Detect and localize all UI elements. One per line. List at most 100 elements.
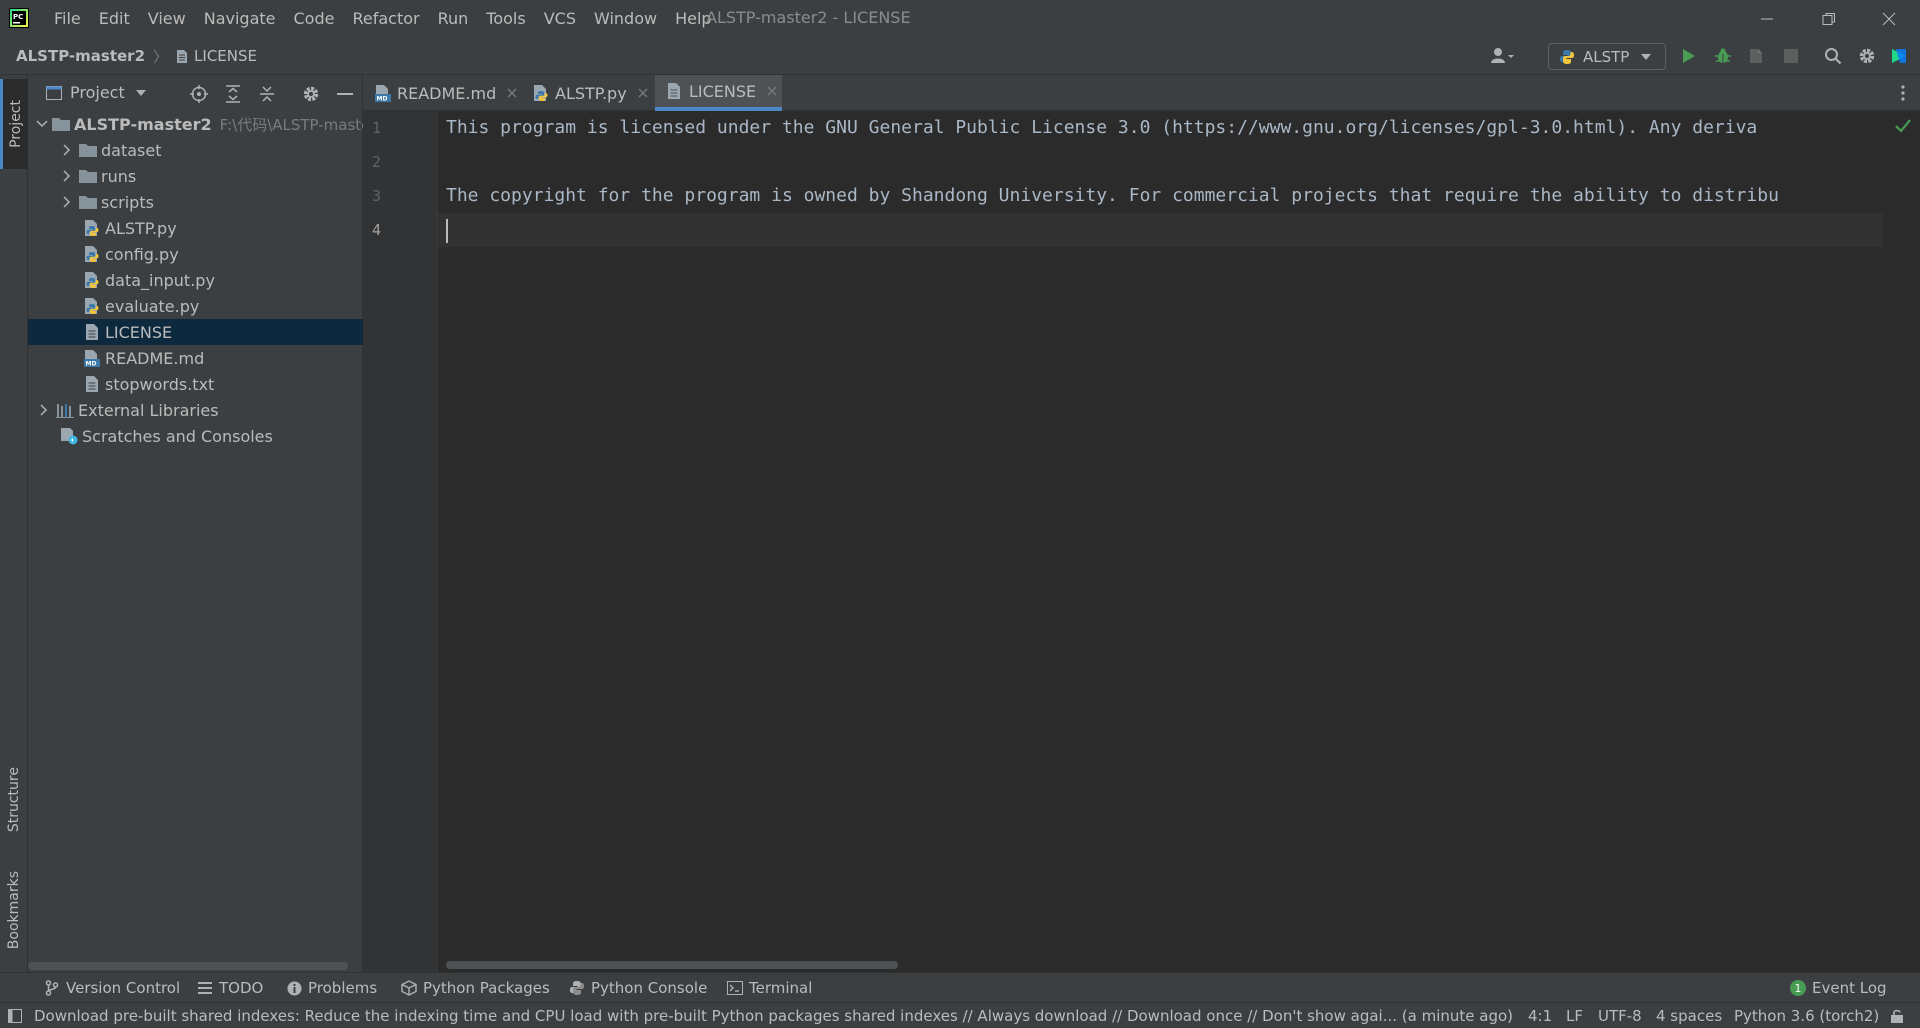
close-icon[interactable] — [766, 85, 778, 97]
python-console-tab[interactable]: Python Console — [569, 973, 707, 1003]
locate-file-icon[interactable] — [188, 83, 210, 105]
chevron-right-icon[interactable] — [59, 168, 75, 184]
expand-all-icon[interactable] — [222, 83, 244, 105]
problems-tab[interactable]: Problems — [286, 973, 377, 1003]
stop-icon[interactable] — [1778, 43, 1804, 69]
tree-item-label: data_input.py — [105, 270, 215, 290]
tree-item-readme-md[interactable]: MD README.md — [28, 345, 363, 371]
tree-item-data-input-py[interactable]: data_input.py — [28, 267, 363, 293]
structure-tool-window-tab[interactable]: Structure — [0, 745, 28, 855]
menu-window[interactable]: Window — [585, 0, 666, 37]
chevron-right-icon[interactable] — [59, 142, 75, 158]
menu-code[interactable]: Code — [285, 0, 344, 37]
close-window-button[interactable] — [1858, 0, 1920, 37]
project-horizontal-scrollbar[interactable] — [28, 962, 348, 970]
tree-item-stopwords-txt[interactable]: stopwords.txt — [28, 371, 363, 397]
terminal-icon — [727, 980, 743, 996]
title-bar: PC File Edit View Navigate Code Refactor… — [0, 0, 1920, 37]
caret-position[interactable]: 4:1 — [1528, 1003, 1552, 1028]
version-control-tab[interactable]: Version Control — [44, 973, 180, 1003]
tree-item-config-py[interactable]: config.py — [28, 241, 363, 267]
menu-file[interactable]: File — [45, 0, 90, 37]
minimize-button[interactable] — [1736, 0, 1798, 37]
editor-horizontal-scrollbar[interactable] — [446, 961, 898, 969]
line-separator[interactable]: LF — [1566, 1003, 1583, 1028]
gear-icon[interactable] — [300, 83, 322, 105]
tree-item-label: ALSTP.py — [105, 218, 177, 238]
tab-license[interactable]: LICENSE — [655, 75, 782, 111]
bookmarks-tool-window-tab[interactable]: Bookmarks — [0, 855, 28, 965]
run-icon[interactable] — [1676, 43, 1702, 69]
close-icon[interactable] — [506, 87, 518, 99]
event-log-tab[interactable]: 1 Event Log — [1790, 973, 1887, 1003]
tab-label: ALSTP.py — [555, 83, 627, 103]
python-icon — [569, 980, 585, 996]
todo-tab[interactable]: TODO — [197, 973, 263, 1003]
terminal-tab[interactable]: Terminal — [727, 973, 812, 1003]
run-configuration-selector[interactable]: ALSTP — [1548, 43, 1666, 70]
tree-item-alstp-py[interactable]: ALSTP.py — [28, 215, 363, 241]
hide-panel-icon[interactable] — [334, 83, 356, 105]
python-interpreter[interactable]: Python 3.6 (torch2) — [1734, 1003, 1879, 1028]
tree-item-label: runs — [101, 166, 137, 186]
breadcrumb-file[interactable]: LICENSE — [194, 47, 257, 65]
more-tabs-icon[interactable] — [1900, 83, 1906, 103]
menu-run[interactable]: Run — [429, 0, 478, 37]
inspection-ok-icon[interactable] — [1895, 119, 1911, 133]
tree-item-evaluate-py[interactable]: evaluate.py — [28, 293, 363, 319]
tree-item-runs[interactable]: runs — [28, 163, 363, 189]
project-panel-title[interactable]: Project — [70, 75, 125, 111]
chevron-down-icon[interactable] — [36, 116, 48, 132]
debug-icon[interactable] — [1710, 43, 1736, 69]
chevron-right-icon[interactable] — [59, 194, 75, 210]
toggle-tool-windows-icon[interactable] — [8, 1009, 22, 1023]
editor-gutter[interactable]: 1 2 3 4 — [363, 111, 438, 972]
tree-item-external-libraries[interactable]: External Libraries — [28, 397, 363, 423]
tree-item-license[interactable]: LICENSE — [28, 319, 363, 345]
tab-alstp-py[interactable]: ALSTP.py — [521, 75, 655, 111]
jetbrains-toolbox-icon[interactable] — [1886, 43, 1912, 69]
file-encoding[interactable]: UTF-8 — [1598, 1003, 1642, 1028]
chevron-down-icon[interactable] — [136, 90, 146, 96]
menu-refactor[interactable]: Refactor — [343, 0, 428, 37]
menu-navigate[interactable]: Navigate — [195, 0, 285, 37]
current-line-highlight — [438, 213, 1883, 247]
close-icon[interactable] — [637, 87, 649, 99]
coverage-icon[interactable] — [1744, 43, 1770, 69]
restore-button[interactable] — [1798, 0, 1860, 37]
tab-readme-md[interactable]: MD README.md — [363, 75, 521, 111]
tree-item-scratches-and-consoles[interactable]: Scratches and Consoles — [28, 423, 363, 449]
tree-item-project-root[interactable]: ALSTP-master2 F:\代码\ALSTP-master — [28, 111, 363, 137]
collapse-all-icon[interactable] — [256, 83, 278, 105]
chevron-right-icon[interactable] — [36, 402, 52, 418]
status-message[interactable]: Download pre-built shared indexes: Reduc… — [34, 1003, 1513, 1028]
line-number: 3 — [371, 187, 381, 205]
tree-item-scripts[interactable]: scripts — [28, 189, 363, 215]
tree-item-label: README.md — [105, 348, 205, 368]
menu-vcs[interactable]: VCS — [535, 0, 585, 37]
project-tool-window-tab[interactable]: Project — [0, 79, 28, 169]
status-bar: Download pre-built shared indexes: Reduc… — [0, 1002, 1920, 1028]
breadcrumb-project[interactable]: ALSTP-master2 — [16, 47, 145, 65]
menu-tools[interactable]: Tools — [477, 0, 534, 37]
menu-view[interactable]: View — [139, 0, 195, 37]
lock-icon[interactable] — [1890, 1008, 1904, 1024]
line-number: 4 — [371, 221, 381, 239]
breadcrumb: ALSTP-master2 〉 LICENSE — [16, 37, 257, 75]
code-editor[interactable]: This program is licensed under the GNU G… — [438, 111, 1883, 972]
package-icon — [401, 980, 417, 996]
gear-icon[interactable] — [1854, 43, 1880, 69]
code-line: This program is licensed under the GNU G… — [446, 117, 1758, 138]
python-packages-tab[interactable]: Python Packages — [401, 973, 550, 1003]
markdown-file-icon: MD — [375, 84, 391, 102]
search-icon[interactable] — [1820, 43, 1846, 69]
editor-right-gutter — [1883, 111, 1920, 972]
tree-item-dataset[interactable]: dataset — [28, 137, 363, 163]
editor-tab-bar: MD README.md ALSTP.py LICENSE — [363, 75, 1920, 111]
menu-edit[interactable]: Edit — [90, 0, 139, 37]
indent-setting[interactable]: 4 spaces — [1656, 1003, 1722, 1028]
branch-icon — [44, 980, 60, 996]
structure-tab-label: Structure — [6, 767, 22, 833]
user-icon[interactable] — [1490, 43, 1516, 69]
library-icon — [56, 401, 74, 419]
